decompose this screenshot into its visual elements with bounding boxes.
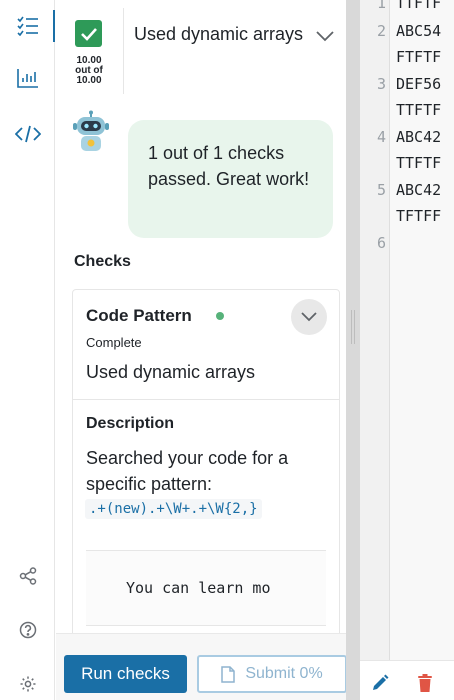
help-button[interactable]: [8, 610, 48, 650]
settings-button[interactable]: [8, 664, 48, 700]
help-icon: [19, 621, 37, 639]
code-line[interactable]: TFTFF: [396, 207, 441, 225]
checkmark-icon: [80, 27, 97, 41]
code-line[interactable]: ABC42: [396, 128, 441, 146]
delete-button[interactable]: [416, 673, 434, 698]
share-button[interactable]: [8, 556, 48, 596]
line-number: 5: [376, 181, 386, 199]
checks-panel: 10.00 out of 10.00 Used dynamic arrays 1…: [56, 0, 346, 700]
chevron-down-icon: [316, 31, 334, 42]
learn-more-box: You can learn mo: [86, 550, 326, 626]
chart-icon: [17, 69, 38, 88]
document-icon: [221, 665, 236, 683]
splitter-grip[interactable]: [351, 310, 355, 344]
description-heading: Description: [86, 415, 175, 432]
code-line[interactable]: ABC42: [396, 181, 441, 199]
code-line[interactable]: DEF56: [396, 75, 441, 93]
code-line[interactable]: TTFTF: [396, 101, 441, 119]
score-max: 10.00: [76, 75, 102, 86]
learn-more-text: You can learn mo: [126, 579, 271, 597]
line-number: 1: [376, 0, 386, 12]
submit-label: Submit 0%: [245, 665, 323, 682]
chevron-down-icon: [301, 312, 317, 322]
share-icon: [19, 567, 37, 585]
task-title: Used dynamic arrays: [134, 24, 304, 44]
submit-button[interactable]: Submit 0%: [197, 655, 346, 693]
checklist-icon: [17, 16, 38, 36]
line-gutter: [360, 0, 390, 660]
status-dot: [216, 312, 224, 320]
robot-icon: [73, 110, 109, 151]
panel-splitter[interactable]: [346, 0, 360, 700]
code-tab[interactable]: [8, 114, 48, 154]
collapse-check-button[interactable]: [291, 299, 327, 335]
check-summary: Used dynamic arrays: [86, 362, 256, 382]
trash-icon: [418, 674, 432, 692]
robot-avatar: [71, 110, 111, 152]
line-number: 3: [376, 75, 386, 93]
code-icon: [15, 125, 41, 143]
check-status: Complete: [86, 335, 142, 350]
header-divider: [123, 8, 124, 94]
left-rail: [0, 0, 55, 700]
line-number: 6: [376, 234, 386, 252]
code-line[interactable]: TTFTF: [396, 0, 441, 12]
pencil-icon: [373, 674, 389, 690]
checklist-tab[interactable]: [8, 6, 55, 46]
checks-heading: Checks: [74, 253, 131, 270]
settings-icon: [20, 676, 36, 692]
check-card-summary: Code Pattern Complete Used dynamic array…: [73, 290, 339, 400]
line-number: 4: [376, 128, 386, 146]
completed-checkbox: [75, 20, 102, 47]
editor-toolbar: [360, 660, 454, 700]
description-text: Searched your code for a specific patter…: [86, 448, 289, 494]
check-title: Code Pattern: [86, 306, 192, 325]
check-card: Code Pattern Complete Used dynamic array…: [72, 289, 340, 649]
line-number: 2: [376, 22, 386, 40]
code-editor[interactable]: 1 TTFTF 2 ABC54 FTFTF 3 DEF56 TTFTF 4 AB…: [360, 0, 454, 700]
header-expand-button[interactable]: [313, 24, 337, 48]
analytics-tab[interactable]: [8, 58, 48, 98]
panel-header: 10.00 out of 10.00 Used dynamic arrays: [56, 0, 346, 105]
pattern-code: .+(new).+\W+.+\W{2,}: [85, 499, 262, 519]
edit-button[interactable]: [370, 673, 390, 698]
score: 10.00 out of 10.00: [66, 56, 112, 86]
code-line[interactable]: ABC54: [396, 22, 441, 40]
code-line[interactable]: TTFTF: [396, 154, 441, 172]
panel-footer: Run checks Submit 0%: [56, 633, 346, 700]
run-checks-button[interactable]: Run checks: [64, 655, 187, 693]
result-message-bubble: 1 out of 1 checks passed. Great work!: [128, 120, 333, 238]
code-line[interactable]: FTFTF: [396, 48, 441, 66]
